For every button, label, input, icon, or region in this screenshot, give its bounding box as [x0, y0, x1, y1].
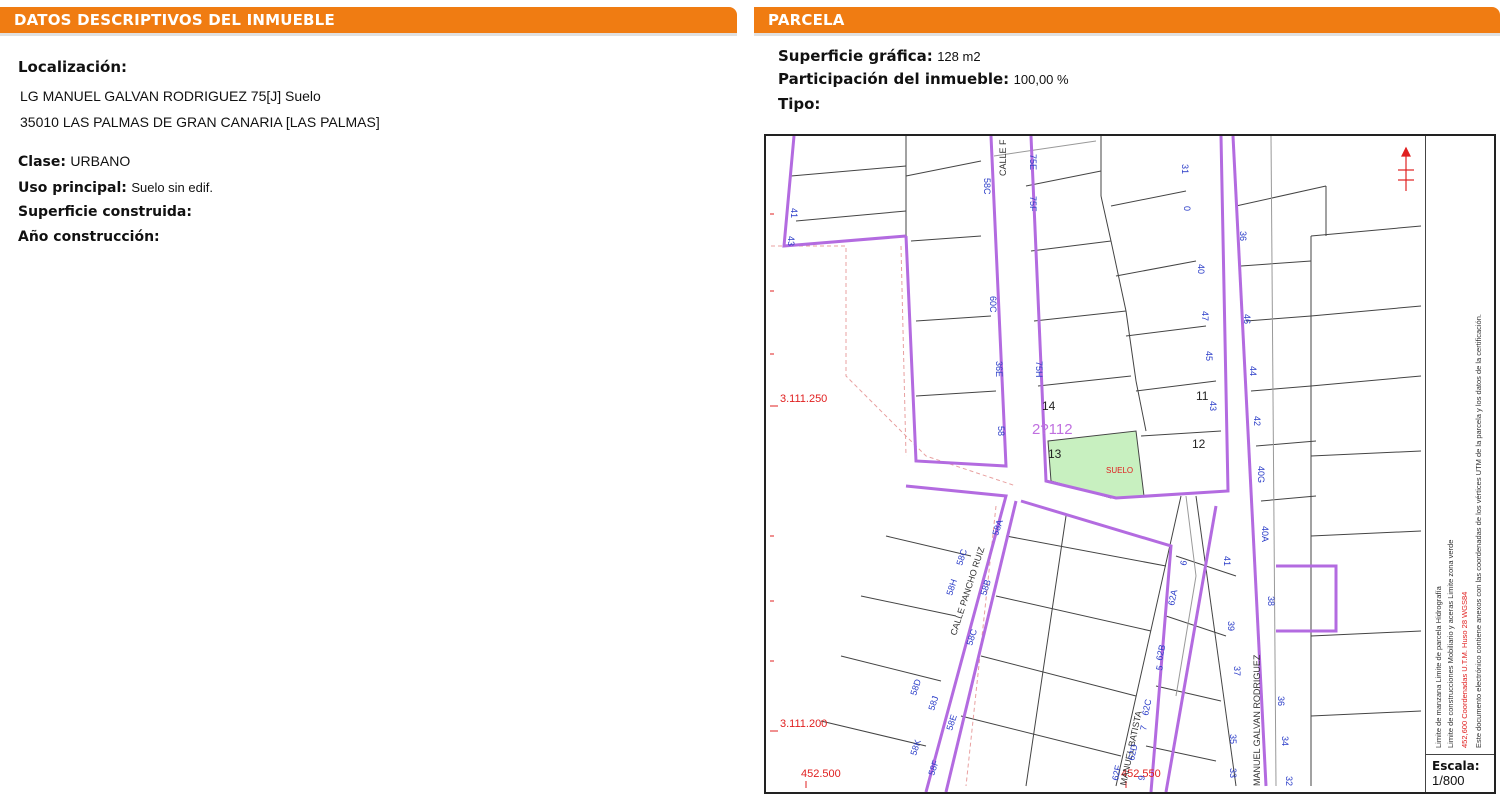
- house-number: 44: [1248, 366, 1258, 376]
- clase-label: Clase:: [18, 154, 66, 170]
- legend-line-1: Limite de manzana Limite de parcela Hidr…: [1434, 586, 1443, 748]
- house-number: 58C: [964, 627, 979, 646]
- house-number: 45: [1204, 351, 1214, 361]
- header-text-bold: INMUEBLE: [246, 11, 335, 29]
- coord-ticks: [770, 213, 1127, 788]
- house-number: 40: [1196, 264, 1206, 274]
- house-number: 62C: [1140, 698, 1153, 717]
- house-number: 41: [1222, 556, 1232, 566]
- clase-row: Clase: URBANO: [18, 153, 130, 171]
- house-number: 36: [1276, 696, 1286, 706]
- house-number: 47: [1200, 311, 1210, 321]
- house-number: 0: [1182, 206, 1192, 211]
- section-header-datos: DATOS DESCRIPTIVOS DEL INMUEBLE: [0, 7, 737, 36]
- street-label: CALLE F: [998, 139, 1008, 176]
- parcel-number: 13: [1048, 447, 1062, 461]
- parcel-number: 14: [1042, 399, 1056, 413]
- scale-label: Escala:: [1432, 759, 1480, 773]
- house-number: 62B: [1154, 644, 1167, 662]
- header-text-parcela: PARCELA: [768, 11, 845, 29]
- house-number: 58C: [982, 178, 992, 195]
- house-number: 32: [1284, 776, 1294, 786]
- house-number: 58J: [926, 695, 940, 712]
- cadastral-map: 3.111.250 3.111.200 452.500 452.550 14 1…: [764, 134, 1496, 794]
- scale-value: 1/800: [1432, 773, 1465, 788]
- parcel-number: 12: [1192, 437, 1206, 451]
- tipo-label: Tipo:: [778, 95, 821, 113]
- house-number: 33: [1228, 768, 1238, 778]
- participacion-label: Participación del inmueble:: [778, 70, 1010, 88]
- house-number: 31: [1180, 164, 1190, 174]
- house-number: 36: [1238, 231, 1248, 241]
- legend-line-2: Limite de construcciones Mobiliario y ac…: [1446, 539, 1455, 748]
- subject-parcel: [1047, 430, 1145, 499]
- house-number: 38: [1266, 596, 1276, 606]
- house-number: 58D: [908, 677, 923, 696]
- street-label: MANUEL GALVAN RODRIGUEZ: [1252, 654, 1262, 786]
- participacion-value: 100,00 %: [1013, 72, 1069, 87]
- block-reference: 2?112: [1032, 421, 1073, 438]
- house-number: 58F: [926, 758, 940, 776]
- house-number: 40A: [1260, 526, 1270, 542]
- house-number: 60C: [988, 296, 998, 313]
- house-number: 58: [996, 426, 1006, 436]
- house-number: 75H: [1034, 361, 1044, 378]
- house-number: 35: [1228, 734, 1238, 744]
- coord-y-label-1: 3.111.250: [780, 393, 827, 405]
- clase-value: URBANO: [70, 153, 131, 169]
- house-number: 34: [1280, 736, 1290, 746]
- house-number: 46: [1242, 314, 1252, 324]
- house-number: 43: [786, 236, 796, 246]
- address-line-1: LG MANUEL GALVAN RODRIGUEZ 75[J] Suelo: [20, 88, 321, 104]
- participacion-row: Participación del inmueble: 100,00 %: [778, 70, 1069, 89]
- coord-y-label-2: 3.111.200: [780, 718, 827, 730]
- map-legend: Limite de manzana Limite de parcela Hidr…: [1425, 136, 1494, 754]
- house-number: 75E: [1028, 154, 1038, 170]
- house-number: 41: [789, 208, 799, 218]
- house-number: 40G: [1256, 466, 1266, 483]
- north-arrow-icon: [1398, 146, 1414, 191]
- parcel-type-label: SUELO: [1106, 466, 1133, 475]
- house-number: 36E: [994, 361, 1004, 377]
- map-scale: Escala: 1/800: [1425, 754, 1494, 792]
- house-number: 58C: [954, 547, 969, 566]
- house-number: 42: [1252, 416, 1262, 426]
- map-drawing: 3.111.250 3.111.200 452.500 452.550 14 1…: [770, 136, 1422, 792]
- house-number: 58H: [944, 578, 959, 597]
- localizacion-label: Localización:: [18, 58, 128, 76]
- house-number: 58A: [990, 518, 1004, 536]
- uso-value: Suelo sin edif.: [131, 180, 213, 195]
- address-line-2: 35010 LAS PALMAS DE GRAN CANARIA [LAS PA…: [20, 114, 380, 130]
- house-number: 5: [1154, 664, 1165, 671]
- uso-row: Uso principal: Suelo sin edif.: [18, 179, 213, 197]
- anio-construccion-label: Año construcción:: [18, 229, 160, 245]
- legend-coordinates: 452,600 Coordenadas U.T.M. Huso 28 WGS84: [1460, 591, 1469, 748]
- house-number: 58K: [908, 738, 922, 756]
- superficie-grafica-label: Superficie gráfica:: [778, 47, 933, 65]
- superficie-grafica-row: Superficie gráfica: 128 m2: [778, 47, 981, 66]
- parcel-number: 11: [1196, 389, 1209, 403]
- section-header-parcela: PARCELA: [754, 7, 1500, 36]
- house-number: 43: [1208, 401, 1218, 411]
- zone-boundary: [771, 245, 1017, 787]
- house-number: 39: [1226, 621, 1236, 631]
- house-number: 58B: [978, 578, 992, 596]
- house-number: 7: [1138, 724, 1149, 731]
- house-number: 62D: [1126, 743, 1139, 762]
- house-number: 75F: [1028, 196, 1038, 212]
- superficie-construida-label: Superficie construida:: [18, 204, 192, 220]
- legend-note: Este documento electrónico contiene anex…: [1474, 314, 1483, 748]
- house-number: 37: [1232, 666, 1242, 676]
- coord-x-label-1: 452.500: [801, 768, 841, 780]
- house-number: 62A: [1166, 589, 1179, 607]
- superficie-grafica-value: 128 m2: [937, 49, 981, 64]
- header-text-prefix: DATOS DESCRIPTIVOS DEL: [14, 11, 247, 29]
- uso-label: Uso principal:: [18, 180, 127, 196]
- house-number: 6: [1178, 559, 1189, 566]
